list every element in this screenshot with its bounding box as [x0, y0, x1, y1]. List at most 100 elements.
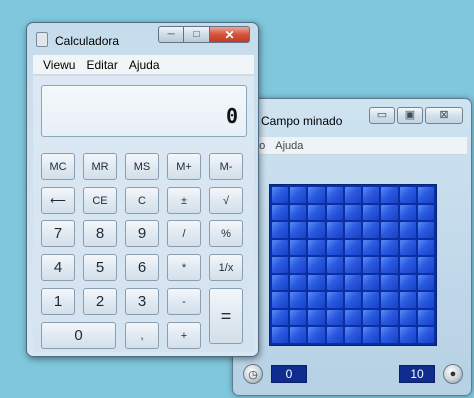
mine-tile[interactable] — [399, 222, 416, 238]
key-mc[interactable]: MC — [41, 153, 75, 180]
mine-tile[interactable] — [308, 274, 325, 291]
mine-tile[interactable] — [308, 187, 325, 203]
mine-tile[interactable] — [290, 187, 307, 203]
mine-tile[interactable] — [290, 309, 307, 326]
mine-tile[interactable] — [381, 204, 398, 221]
mine-tile[interactable] — [308, 239, 325, 256]
mine-tile[interactable] — [363, 222, 380, 238]
mine-tile[interactable] — [399, 204, 416, 221]
mine-tile[interactable] — [272, 187, 289, 203]
key-equals[interactable]: = — [209, 288, 243, 344]
mine-tile[interactable] — [290, 222, 307, 238]
mine-tile[interactable] — [417, 187, 434, 203]
mine-tile[interactable] — [326, 274, 343, 291]
mine-tile[interactable] — [290, 292, 307, 308]
mine-tile[interactable] — [363, 274, 380, 291]
mine-tile[interactable] — [272, 204, 289, 221]
mine-tile[interactable] — [399, 257, 416, 273]
mine-tile[interactable] — [417, 204, 434, 221]
mine-tile[interactable] — [417, 327, 434, 343]
mine-tile[interactable] — [326, 309, 343, 326]
calculator-window[interactable]: Calculadora ─ □ ✕ Viewu Editar Ajuda 0 M… — [26, 22, 259, 357]
mine-tile[interactable] — [326, 327, 343, 343]
mine-tile[interactable] — [344, 187, 362, 203]
mine-tile[interactable] — [272, 239, 289, 256]
key-3[interactable]: 3 — [125, 288, 159, 315]
calculator-close-button[interactable]: ✕ — [210, 26, 250, 43]
key-2[interactable]: 2 — [83, 288, 117, 315]
mine-tile[interactable] — [417, 222, 434, 238]
calculator-menu-help[interactable]: Ajuda — [129, 58, 160, 72]
mine-tile[interactable] — [290, 327, 307, 343]
mine-tile[interactable] — [326, 222, 343, 238]
mine-tile[interactable] — [308, 257, 325, 273]
mine-tile[interactable] — [344, 222, 362, 238]
mine-tile[interactable] — [399, 187, 416, 203]
key-9[interactable]: 9 — [125, 220, 159, 247]
mine-tile[interactable] — [381, 187, 398, 203]
mine-tile[interactable] — [363, 187, 380, 203]
mine-tile[interactable] — [381, 274, 398, 291]
mine-tile[interactable] — [344, 274, 362, 291]
key-ce[interactable]: CE — [83, 187, 117, 214]
minesweeper-menu-help[interactable]: Ajuda — [275, 140, 303, 152]
key-multiply[interactable]: * — [167, 254, 201, 281]
mine-tile[interactable] — [326, 187, 343, 203]
mine-tile[interactable] — [308, 292, 325, 308]
key-percent[interactable]: % — [209, 220, 243, 247]
mine-tile[interactable] — [417, 274, 434, 291]
mine-tile[interactable] — [399, 239, 416, 256]
key-0[interactable]: 0 — [41, 322, 116, 349]
mine-tile[interactable] — [344, 239, 362, 256]
mine-tile[interactable] — [381, 292, 398, 308]
mine-tile[interactable] — [272, 292, 289, 308]
mine-tile[interactable] — [417, 309, 434, 326]
mine-tile[interactable] — [344, 327, 362, 343]
key-decimal[interactable]: , — [125, 322, 159, 349]
mine-tile[interactable] — [344, 257, 362, 273]
mine-tile[interactable] — [363, 239, 380, 256]
mine-tile[interactable] — [344, 309, 362, 326]
calculator-titlebar[interactable]: Calculadora ─ □ ✕ — [27, 23, 258, 53]
mine-tile[interactable] — [381, 327, 398, 343]
mine-tile[interactable] — [308, 222, 325, 238]
key-subtract[interactable]: - — [167, 288, 201, 315]
mine-tile[interactable] — [290, 274, 307, 291]
mine-tile[interactable] — [399, 327, 416, 343]
mine-tile[interactable] — [399, 292, 416, 308]
mine-tile[interactable] — [417, 257, 434, 273]
mine-tile[interactable] — [272, 257, 289, 273]
mine-tile[interactable] — [326, 292, 343, 308]
calculator-menu-edit[interactable]: Editar — [86, 58, 117, 72]
mine-tile[interactable] — [417, 292, 434, 308]
key-sqrt[interactable]: √ — [209, 187, 243, 214]
mine-tile[interactable] — [381, 222, 398, 238]
mine-tile[interactable] — [399, 309, 416, 326]
key-5[interactable]: 5 — [83, 254, 117, 281]
key-mplus[interactable]: M+ — [167, 153, 201, 180]
mine-tile[interactable] — [272, 327, 289, 343]
minesweeper-window[interactable]: Campo minado ▭ ▣ ⊠ go Ajuda ◷ 0 10 ● — [232, 98, 472, 396]
mine-tile[interactable] — [326, 239, 343, 256]
mine-tile[interactable] — [417, 239, 434, 256]
mine-tile[interactable] — [308, 204, 325, 221]
mine-tile[interactable] — [272, 274, 289, 291]
key-mminus[interactable]: M- — [209, 153, 243, 180]
mine-tile[interactable] — [363, 309, 380, 326]
key-ms[interactable]: MS — [125, 153, 159, 180]
key-c[interactable]: C — [125, 187, 159, 214]
mine-tile[interactable] — [308, 309, 325, 326]
minesweeper-maximize-button[interactable]: ▣ — [397, 107, 423, 124]
key-7[interactable]: 7 — [41, 220, 75, 247]
mine-tile[interactable] — [363, 204, 380, 221]
key-add[interactable]: + — [167, 322, 201, 349]
mine-tile[interactable] — [363, 327, 380, 343]
key-backspace[interactable]: ⟵ — [41, 187, 75, 214]
mine-tile[interactable] — [363, 257, 380, 273]
key-8[interactable]: 8 — [83, 220, 117, 247]
mine-tile[interactable] — [363, 292, 380, 308]
mine-tile[interactable] — [272, 309, 289, 326]
key-1[interactable]: 1 — [41, 288, 75, 315]
calculator-menu-view[interactable]: Viewu — [43, 58, 75, 72]
mine-tile[interactable] — [272, 222, 289, 238]
